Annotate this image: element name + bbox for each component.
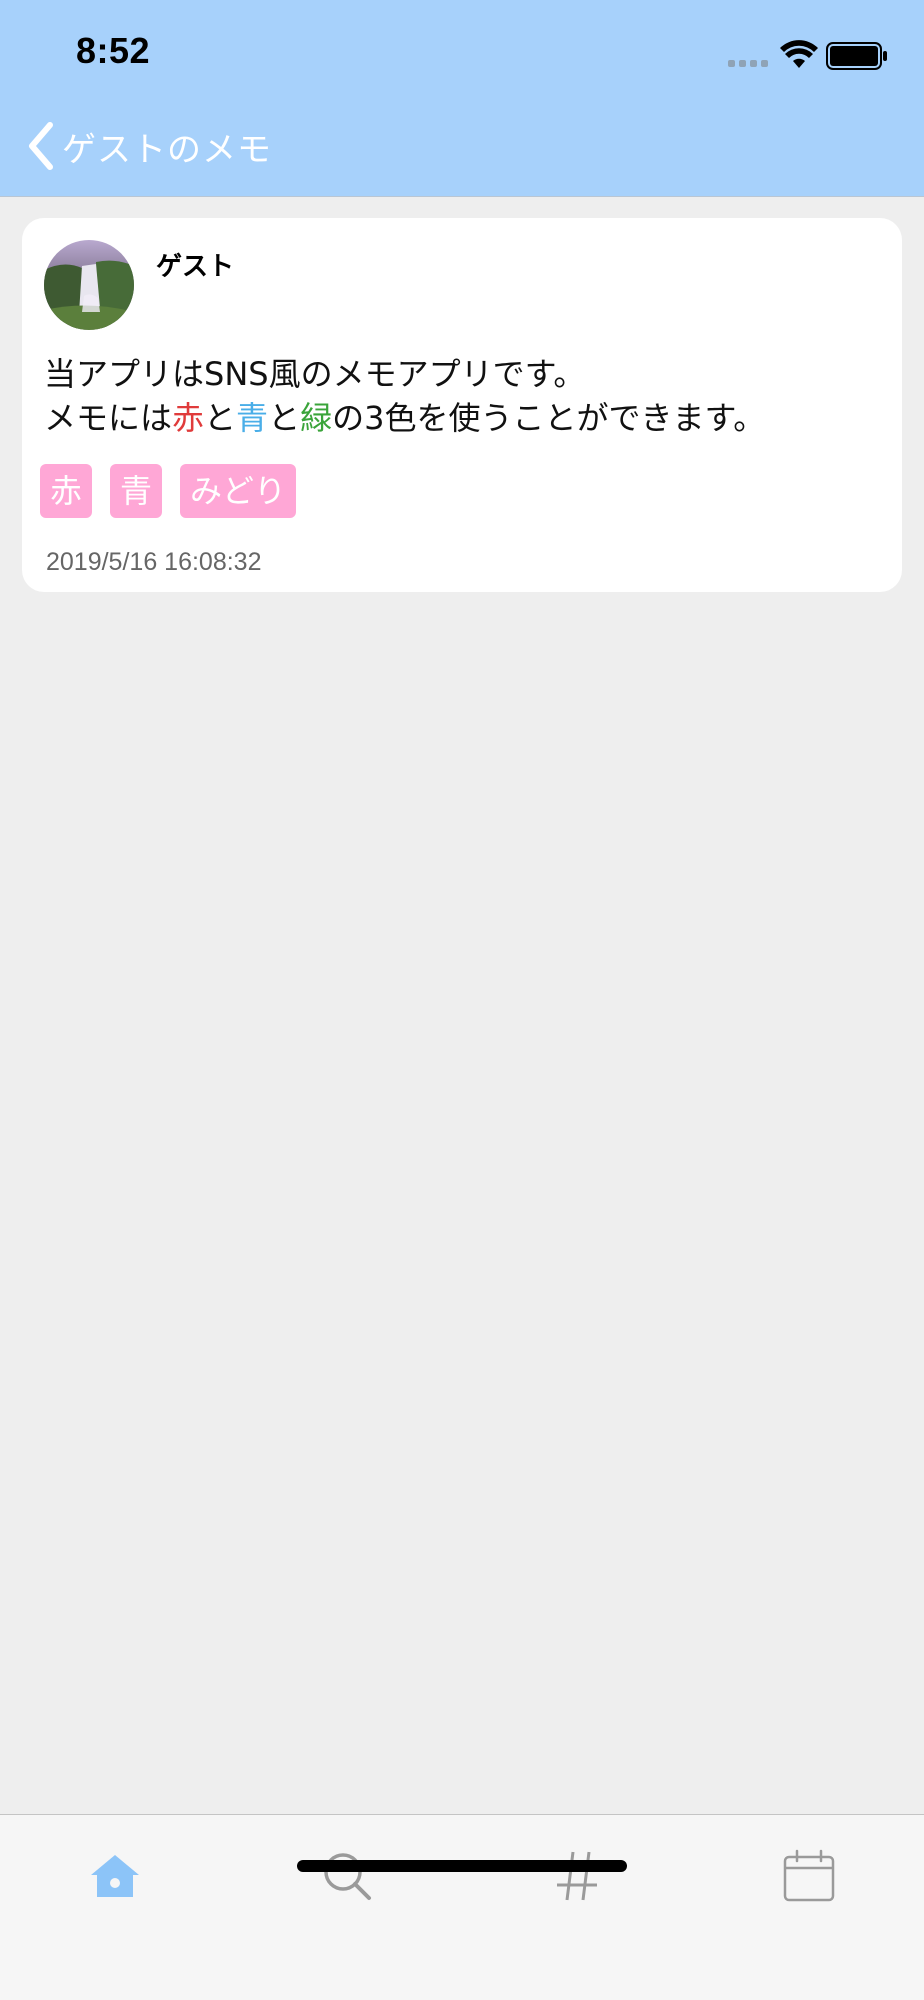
chevron-left-icon [29,122,53,170]
tab-calendar[interactable] [769,1841,849,1911]
calendar-icon [783,1849,835,1902]
tab-bar [0,1814,924,2000]
tab-home[interactable] [75,1841,155,1911]
memo-text-segment: メモには [44,399,173,437]
memo-text-segment: の3色を使うことができます。 [332,399,766,437]
navigation-bar: 8:52 ゲストのメモ [0,0,924,197]
green-word: 緑 [300,399,333,437]
tag-red[interactable]: 赤 [40,464,93,518]
cellular-signal-icon [728,60,768,67]
tag-blue[interactable]: 青 [110,464,163,518]
waterfall-image [44,240,134,330]
home-icon [91,1855,139,1897]
memo-text: 当アプリはSNS風のメモアプリです。 メモには赤と青と緑の3色を使うことができま… [44,352,884,440]
search-icon [324,1853,371,1900]
nav-title: ゲストのメモ [62,129,272,170]
wifi-icon [780,40,818,68]
status-time: 8:52 [76,30,151,71]
author-name: ゲスト [156,252,235,282]
tag-green[interactable]: みどり [180,464,297,518]
tab-search[interactable] [307,1841,387,1911]
memo-text-line-2: メモには赤と青と緑の3色を使うことができます。 [44,396,884,440]
memo-text-segment: と [268,399,301,437]
blue-word: 青 [236,399,269,437]
back-button[interactable]: ゲストのメモ [26,118,272,174]
battery-icon [826,42,887,70]
screen: 8:52 ゲストのメモ ゲスト 当アプリはSNS風のメモアプリです。 メモには赤… [0,0,924,2000]
memo-timestamp: 2019/5/16 16:08:32 [46,548,262,576]
avatar[interactable] [44,240,134,330]
tag-list: 赤 青 みどり [40,464,314,518]
memo-text-segment: と [204,399,237,437]
red-word: 赤 [172,399,205,437]
memo-card[interactable]: ゲスト 当アプリはSNS風のメモアプリです。 メモには赤と青と緑の3色を使うこと… [22,218,902,592]
memo-text-line-1: 当アプリはSNS風のメモアプリです。 [44,355,586,393]
hashtag-icon [557,1851,599,1901]
tab-hashtag[interactable] [538,1841,618,1911]
home-indicator[interactable] [297,1860,627,1872]
